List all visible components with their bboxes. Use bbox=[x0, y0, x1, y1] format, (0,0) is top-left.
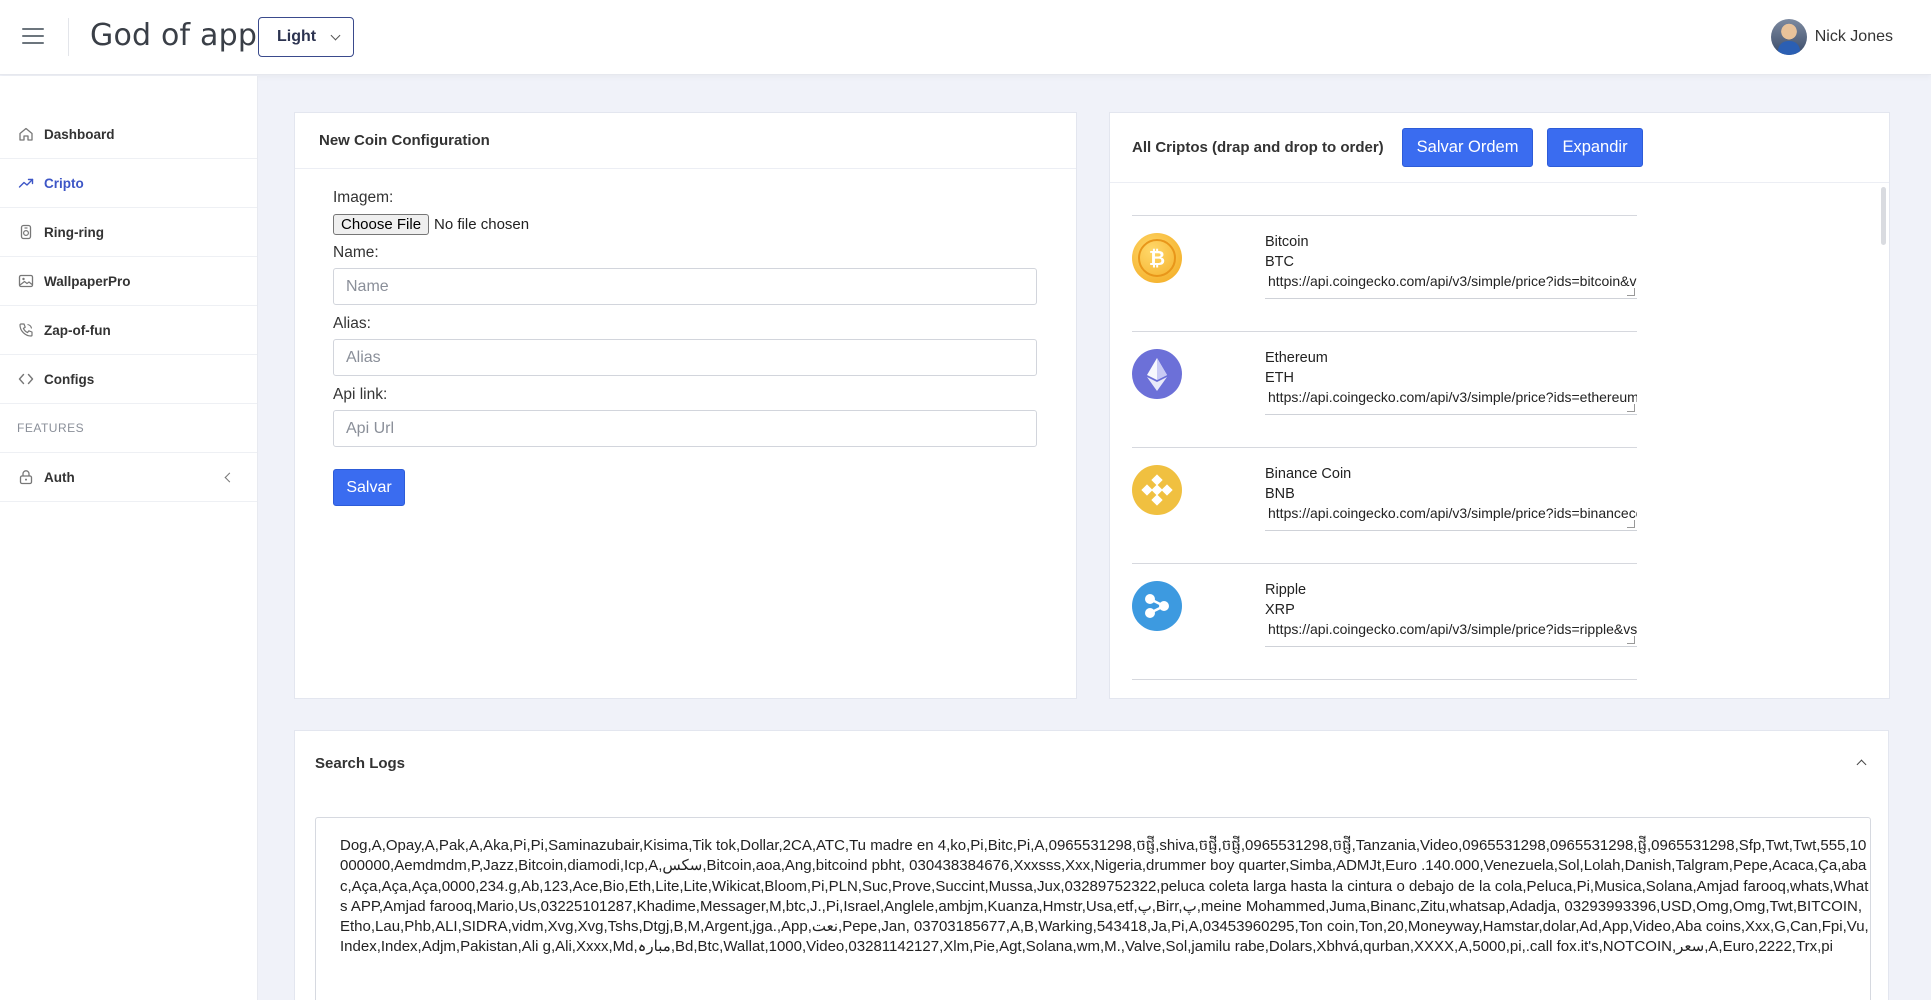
coin-name: Ethereum bbox=[1265, 350, 1328, 366]
coin-api-url[interactable]: https://api.coingecko.com/api/v3/simple/… bbox=[1265, 621, 1637, 647]
top-header: God of apps Light Nick Jones bbox=[0, 0, 1931, 75]
binance-logo-icon bbox=[1132, 465, 1182, 515]
phone-icon bbox=[18, 322, 34, 338]
file-status: No file chosen bbox=[434, 216, 530, 233]
menu-toggle-icon[interactable] bbox=[22, 28, 44, 44]
ripple-logo-icon bbox=[1132, 581, 1182, 631]
list-item[interactable]: ₿ Bitcoin BTC https://api.coingecko.com/… bbox=[1132, 216, 1637, 332]
new-coin-form: Imagem: Choose File No file chosen Name:… bbox=[295, 169, 1076, 506]
coin-api-url[interactable]: https://api.coingecko.com/api/v3/simple/… bbox=[1265, 273, 1637, 299]
user-menu[interactable]: Nick Jones bbox=[1770, 19, 1893, 55]
sidebar-item-wallpaperpro[interactable]: WallpaperPro bbox=[0, 257, 257, 306]
cryptos-card: All Criptos (drap and drop to order) Sal… bbox=[1109, 112, 1890, 699]
salvar-button[interactable]: Salvar bbox=[333, 469, 405, 506]
sidebar-item-label: Configs bbox=[44, 371, 95, 387]
ring-icon bbox=[18, 224, 34, 240]
search-logs-card: Search Logs Dog,A,Opay,A,Pak,A,Aka,Pi,Pi… bbox=[294, 730, 1889, 1000]
api-url-input[interactable] bbox=[333, 410, 1037, 447]
name-label: Name: bbox=[333, 244, 379, 261]
list-item[interactable]: Ripple XRP https://api.coingecko.com/api… bbox=[1132, 564, 1637, 680]
image-icon bbox=[18, 273, 34, 289]
bitcoin-logo-icon: ₿ bbox=[1132, 233, 1182, 283]
coin-api-url[interactable]: https://api.coingecko.com/api/v3/simple/… bbox=[1265, 389, 1637, 415]
coin-name: Binance Coin bbox=[1265, 466, 1352, 482]
list-item[interactable]: Binance Coin BNB https://api.coingecko.c… bbox=[1132, 448, 1637, 564]
sidebar-item-label: WallpaperPro bbox=[44, 273, 131, 289]
expand-button[interactable]: Expandir bbox=[1547, 128, 1643, 167]
trending-up-icon bbox=[18, 175, 34, 191]
home-icon bbox=[18, 126, 34, 142]
sidebar-item-label: Zap-of-fun bbox=[44, 322, 111, 338]
choose-file-button[interactable]: Choose File bbox=[333, 214, 430, 235]
coin-api-url-text: https://api.coingecko.com/api/v3/simple/… bbox=[1268, 505, 1637, 521]
svg-text:₿: ₿ bbox=[1149, 246, 1165, 270]
coin-name: Bitcoin bbox=[1265, 234, 1309, 250]
user-name: Nick Jones bbox=[1814, 28, 1893, 45]
image-label: Imagem: bbox=[333, 189, 394, 206]
sidebar-item-auth[interactable]: Auth bbox=[0, 453, 257, 502]
header-divider bbox=[68, 18, 69, 56]
coin-api-url-text: https://api.coingecko.com/api/v3/simple/… bbox=[1268, 389, 1637, 405]
coin-api-url-text: https://api.coingecko.com/api/v3/simple/… bbox=[1268, 621, 1637, 637]
chevron-left-icon bbox=[224, 472, 235, 483]
sidebar-section-features: FEATURES bbox=[0, 404, 257, 453]
resize-grip-icon[interactable] bbox=[1627, 404, 1635, 412]
search-logs-textarea[interactable]: Dog,A,Opay,A,Pak,A,Aka,Pi,Pi,Saminazubai… bbox=[315, 817, 1871, 1000]
alias-label: Alias: bbox=[333, 315, 371, 332]
avatar bbox=[1770, 19, 1807, 55]
chevron-up-icon[interactable] bbox=[1856, 759, 1867, 770]
sidebar: Dashboard Cripto Ring-ring WallpaperPro … bbox=[0, 76, 258, 1000]
name-input[interactable] bbox=[333, 268, 1037, 305]
file-input: Choose File No file chosen bbox=[333, 213, 1038, 236]
save-order-button[interactable]: Salvar Ordem bbox=[1401, 128, 1534, 167]
alias-input[interactable] bbox=[333, 339, 1037, 376]
coin-api-url[interactable]: https://api.coingecko.com/api/v3/simple/… bbox=[1265, 505, 1637, 531]
list-item[interactable]: Ethereum ETH https://api.coingecko.com/a… bbox=[1132, 332, 1637, 448]
theme-select-value: Light bbox=[277, 28, 317, 45]
resize-grip-icon[interactable] bbox=[1627, 636, 1635, 644]
ethereum-logo-icon bbox=[1132, 349, 1182, 399]
coin-symbol: ETH bbox=[1265, 370, 1294, 386]
lock-icon bbox=[18, 469, 34, 485]
resize-grip-icon[interactable] bbox=[1627, 520, 1635, 528]
crypto-list-scrollbar[interactable] bbox=[1881, 187, 1886, 547]
cryptos-title: All Criptos (drap and drop to order) bbox=[1132, 139, 1384, 156]
sidebar-item-label: Auth bbox=[44, 469, 75, 485]
coin-name: Ripple bbox=[1265, 582, 1307, 598]
cryptos-header: All Criptos (drap and drop to order) Sal… bbox=[1110, 113, 1889, 183]
sidebar-item-ring-ring[interactable]: Ring-ring bbox=[0, 208, 257, 257]
coin-symbol: BTC bbox=[1265, 254, 1294, 270]
sidebar-item-zap-of-fun[interactable]: Zap-of-fun bbox=[0, 306, 257, 355]
coin-symbol: BNB bbox=[1265, 486, 1295, 502]
resize-grip-icon[interactable] bbox=[1627, 288, 1635, 296]
coin-api-url-text: https://api.coingecko.com/api/v3/simple/… bbox=[1268, 273, 1637, 289]
api-link-label: Api link: bbox=[333, 386, 388, 403]
sidebar-item-label: Cripto bbox=[44, 175, 84, 191]
search-logs-title: Search Logs bbox=[315, 754, 406, 772]
sidebar-item-dashboard[interactable]: Dashboard bbox=[0, 110, 257, 159]
sidebar-item-label: Dashboard bbox=[44, 126, 115, 142]
crypto-list: ₿ Bitcoin BTC https://api.coingecko.com/… bbox=[1132, 216, 1637, 680]
sidebar-item-cripto[interactable]: Cripto bbox=[0, 159, 257, 208]
app-title: God of apps bbox=[90, 18, 273, 53]
theme-select[interactable]: Light bbox=[258, 17, 354, 57]
chevron-down-icon bbox=[330, 30, 341, 41]
code-icon bbox=[18, 371, 34, 387]
sidebar-item-configs[interactable]: Configs bbox=[0, 355, 257, 404]
new-coin-title: New Coin Configuration bbox=[295, 113, 1076, 169]
new-coin-card: New Coin Configuration Imagem: Choose Fi… bbox=[294, 112, 1077, 699]
sidebar-item-label: Ring-ring bbox=[44, 224, 104, 240]
scrollbar-thumb[interactable] bbox=[1881, 187, 1886, 245]
search-logs-header[interactable]: Search Logs bbox=[295, 731, 1888, 795]
coin-symbol: XRP bbox=[1265, 602, 1295, 618]
